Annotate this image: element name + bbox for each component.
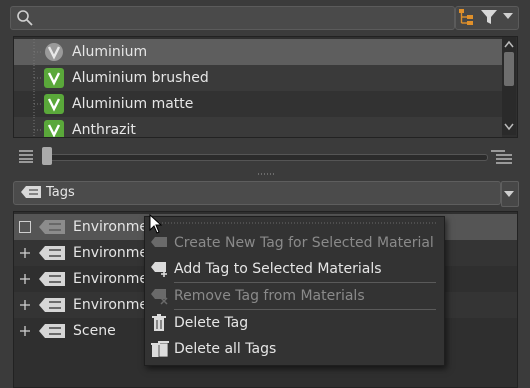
trash-all-icon (151, 341, 169, 358)
tag-icon (39, 272, 65, 286)
expand-plus-icon[interactable] (19, 325, 31, 337)
tag-icon (39, 324, 65, 338)
filter-icon[interactable] (480, 8, 498, 26)
menu-item-create-new-tag[interactable]: Create New Tag for Selected Material (145, 231, 444, 255)
expand-plus-icon[interactable] (19, 299, 31, 311)
mouse-cursor-icon (149, 214, 163, 234)
menu-drag-grip-icon[interactable] (150, 222, 438, 224)
material-icon (44, 94, 64, 114)
menu-item-add-tag[interactable]: Add Tag to Selected Materials (145, 257, 444, 281)
search-input[interactable] (10, 6, 455, 30)
tag-icon (39, 220, 65, 234)
material-ghost-icon (45, 43, 63, 61)
material-icon (44, 68, 64, 88)
chevron-down-icon[interactable] (502, 10, 514, 22)
scroll-up-icon[interactable] (503, 39, 515, 49)
menu-separator (174, 309, 436, 310)
material-item-aluminium[interactable]: Aluminium (14, 39, 502, 65)
material-item-aluminium-matte[interactable]: Aluminium matte (14, 91, 502, 117)
splitter-grip-icon[interactable] (258, 172, 276, 176)
material-icon (44, 120, 64, 137)
zoom-slider[interactable] (44, 154, 488, 161)
material-item-anthrazit[interactable]: Anthrazit (14, 117, 502, 138)
material-list: Aluminium Aluminium brushed Aluminium ma… (13, 36, 518, 138)
expand-icon[interactable] (19, 221, 31, 233)
tree-line (33, 65, 42, 91)
material-label: Aluminium brushed (72, 70, 209, 86)
tag-label: Environme (73, 245, 149, 261)
tag-icon (21, 186, 41, 198)
menu-item-remove-tag[interactable]: Remove Tag from Materials (145, 284, 444, 308)
menu-item-delete-all-tags[interactable]: Delete all Tags (145, 337, 444, 361)
hierarchy-icon[interactable] (458, 8, 476, 26)
tag-add-icon (151, 262, 167, 277)
tag-label: Scene (73, 323, 116, 339)
list-large-icon[interactable] (490, 149, 514, 165)
trash-icon (152, 314, 166, 331)
context-menu: Create New Tag for Selected Material Add… (144, 216, 445, 366)
expand-plus-icon[interactable] (19, 273, 31, 285)
tag-label: Environme (73, 297, 149, 313)
tag-new-icon (151, 237, 167, 247)
material-label: Aluminium (72, 44, 148, 60)
material-label: Aluminium matte (72, 96, 194, 112)
tree-line (33, 91, 42, 117)
zoom-slider-handle[interactable] (42, 147, 52, 165)
tree-line (33, 39, 42, 65)
tags-dropdown[interactable] (13, 181, 501, 205)
list-small-icon[interactable] (18, 149, 34, 163)
tag-remove-icon (151, 289, 168, 305)
search-icon (17, 10, 33, 26)
scrollbar-thumb[interactable] (504, 52, 514, 86)
material-item-aluminium-brushed[interactable]: Aluminium brushed (14, 65, 502, 91)
tree-line (33, 117, 42, 137)
tag-label: Environme (73, 271, 149, 287)
chevron-down-icon[interactable] (503, 189, 515, 199)
tags-dropdown-label: Tags (46, 185, 75, 200)
scroll-down-icon[interactable] (503, 122, 515, 132)
menu-item-delete-tag[interactable]: Delete Tag (145, 311, 444, 335)
material-label: Anthrazit (72, 122, 136, 138)
tag-icon (39, 246, 65, 260)
tag-label: Environme (73, 219, 149, 235)
expand-plus-icon[interactable] (19, 247, 31, 259)
tag-icon (39, 298, 65, 312)
menu-separator (174, 282, 436, 283)
